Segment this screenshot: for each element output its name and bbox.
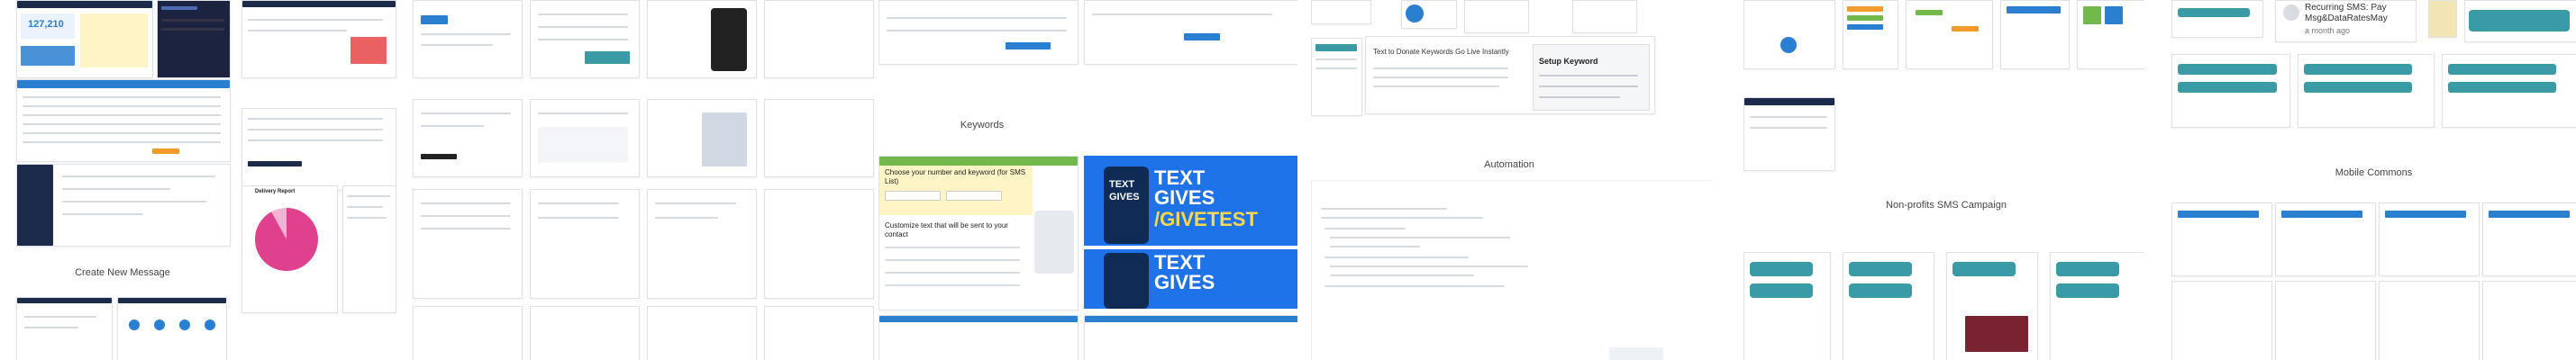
automation-settings-thumbnail[interactable]	[1464, 0, 1529, 33]
top-strip-4-thumbnail[interactable]	[764, 0, 874, 78]
teal-message-thumbnail[interactable]	[2464, 0, 2576, 42]
sms-flow-thumbnail[interactable]	[1743, 0, 1835, 69]
card-title: Recurring SMS: Pay	[2305, 3, 2387, 13]
reports-thumbnail[interactable]	[241, 0, 396, 78]
automation-list-thumbnail[interactable]	[1311, 0, 1371, 24]
dashboard-thumbnail[interactable]: 127,210	[16, 0, 153, 78]
settings-thumbnail[interactable]	[16, 164, 231, 247]
promo-keyword: /GIVETEST	[1154, 208, 1258, 230]
mobile-commons-messages-thumbnail[interactable]	[2171, 0, 2263, 38]
mid-strip-4-thumbnail[interactable]	[764, 99, 874, 177]
sms-thread-3-thumbnail[interactable]	[1946, 252, 2038, 360]
sms-thread-2-thumbnail[interactable]	[1843, 252, 1934, 360]
setup-keyword-panel[interactable]	[1533, 44, 1650, 111]
message-editor-thumbnail[interactable]	[16, 297, 113, 360]
bottom-strip-2-thumbnail[interactable]	[530, 306, 640, 360]
dashboard-value: 127,210	[28, 19, 64, 30]
automation-doc-thumbnail[interactable]	[1311, 180, 1712, 360]
automation-rule-thumbnail[interactable]	[1401, 0, 1457, 29]
grid-thumbnail[interactable]	[2077, 0, 2144, 69]
report-table-thumbnail[interactable]	[413, 189, 523, 299]
mobile-commons-7-thumbnail[interactable]	[2379, 281, 2480, 360]
automation-panel-thumbnail[interactable]	[1572, 0, 1637, 33]
automation-flow-thumbnail[interactable]	[1311, 38, 1362, 116]
contacts-thumbnail[interactable]	[530, 0, 640, 78]
promo-tile-bottom[interactable]: TEXT GIVES	[1084, 249, 1297, 309]
promo-headline-gives: GIVES	[1154, 186, 1215, 209]
phone-preview-thumbnail[interactable]	[647, 0, 757, 78]
low-strip-4-thumbnail[interactable]	[764, 189, 874, 299]
inbox-thumbnail[interactable]	[1743, 97, 1835, 171]
recurring-sms-card[interactable]: Recurring SMS: Pay Msg&DataRatesMay a mo…	[2275, 0, 2417, 42]
keyword-form-heading: Choose your number and keyword (for SMS …	[885, 168, 1026, 185]
section-title-mobile-commons: Mobile Commons	[2335, 167, 2413, 178]
media-thumbnail[interactable]	[647, 99, 757, 177]
promo-headline-text: TEXT	[1154, 166, 1206, 189]
mobile-commons-3-thumbnail[interactable]	[2379, 202, 2480, 276]
delivery-report-title: Delivery Report	[255, 189, 296, 194]
campaign-list-thumbnail[interactable]	[241, 108, 396, 191]
keyword-contacts-thumbnail[interactable]	[1084, 315, 1297, 360]
mobile-commons-8-thumbnail[interactable]	[2482, 281, 2576, 360]
compose-thumbnail[interactable]	[413, 0, 523, 78]
survey-thumbnail[interactable]	[530, 189, 640, 299]
article-title: Text to Donate Keywords Go Live Instantl…	[1373, 48, 1509, 56]
setup-keyword-title: Setup Keyword	[1539, 57, 1598, 66]
mobile-commons-6-thumbnail[interactable]	[2275, 281, 2376, 360]
section-title-automation: Automation	[1484, 159, 1534, 170]
settings-2-thumbnail[interactable]	[647, 189, 757, 299]
keyword-table-thumbnail[interactable]	[878, 315, 1079, 360]
text-to-donate-article[interactable]: Text to Donate Keywords Go Live Instantl…	[1365, 36, 1655, 114]
filters-thumbnail[interactable]	[342, 185, 396, 313]
promo-text-line1: TEXT	[1109, 179, 1135, 190]
editor-thumbnail[interactable]	[530, 99, 640, 177]
table-thumbnail[interactable]	[16, 79, 231, 162]
colorful-form-thumbnail[interactable]	[1843, 0, 1898, 69]
section-title-nonprofits: Non-profits SMS Campaign	[1886, 200, 2007, 211]
mobile-commons-2-thumbnail[interactable]	[2275, 202, 2376, 276]
mobile-commons-1-thumbnail[interactable]	[2171, 202, 2272, 276]
message-options-thumbnail[interactable]	[117, 297, 227, 360]
mobile-commons-4-thumbnail[interactable]	[2482, 202, 2576, 276]
column-4-automation: Text to Donate Keywords Go Live Instantl…	[1311, 0, 1712, 360]
keyword-list-thumbnail[interactable]	[878, 0, 1079, 65]
column-1: 127,210 Create New Message	[0, 0, 232, 360]
keyword-detail-thumbnail[interactable]	[1084, 0, 1297, 65]
form-thumbnail[interactable]	[413, 99, 523, 177]
dark-app-thumbnail[interactable]	[157, 0, 231, 78]
section-title-create-new-message: Create New Message	[75, 267, 170, 278]
keyword-form-subheading: Customize text that will be sent to your…	[885, 221, 1008, 238]
pie-chart	[255, 208, 318, 271]
sms-thread-4-thumbnail[interactable]	[2050, 252, 2144, 360]
keyword-form[interactable]: Choose your number and keyword (for SMS …	[878, 156, 1079, 310]
column-5-nonprofits: Non-profits SMS Campaign	[1743, 0, 2144, 360]
column-6-mobile-commons: Recurring SMS: Pay Msg&DataRatesMay a mo…	[2171, 0, 2576, 360]
section-title-keywords: Keywords	[960, 120, 1005, 130]
analytics-thumbnail[interactable]	[2000, 0, 2070, 69]
conversation-3-thumbnail[interactable]	[2442, 54, 2576, 128]
workflow-thumbnail[interactable]	[1906, 0, 1993, 69]
promo-headline-gives-2: GIVES	[1154, 271, 1215, 293]
column-2: Delivery Report	[232, 0, 877, 360]
promo-headline-text-2: TEXT	[1154, 251, 1206, 274]
card-subtitle: Msg&DataRatesMay	[2305, 14, 2388, 23]
conversation-2-thumbnail[interactable]	[2298, 54, 2435, 128]
promo-text-line2: GIVES	[1109, 192, 1140, 202]
bottom-strip-4-thumbnail[interactable]	[764, 306, 874, 360]
bottom-strip-3-thumbnail[interactable]	[647, 306, 757, 360]
sms-thread-1-thumbnail[interactable]	[1743, 252, 1831, 360]
delivery-report-thumbnail[interactable]: Delivery Report	[241, 185, 338, 313]
avatar-photo-thumbnail[interactable]	[2428, 0, 2457, 38]
promo-tile-top[interactable]: TEXT GIVES TEXT GIVES /GIVETEST	[1084, 156, 1297, 246]
bottom-strip-1-thumbnail[interactable]	[413, 306, 523, 360]
conversation-1-thumbnail[interactable]	[2171, 54, 2290, 128]
column-3-keywords: Keywords Choose your number and keyword …	[878, 0, 1297, 360]
mobile-commons-5-thumbnail[interactable]	[2171, 281, 2272, 360]
card-time: a month ago	[2305, 26, 2351, 35]
